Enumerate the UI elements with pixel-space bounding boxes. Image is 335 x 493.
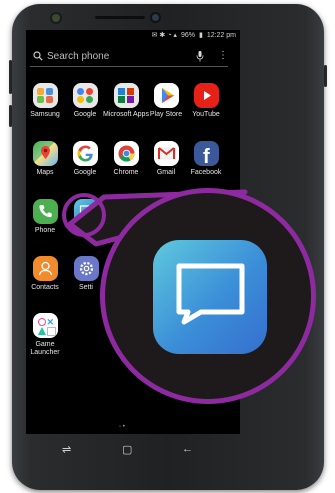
magnifier-source-ring [62,193,106,237]
speech-bubble-icon [176,263,245,325]
messages-icon-enlarged [153,240,267,354]
